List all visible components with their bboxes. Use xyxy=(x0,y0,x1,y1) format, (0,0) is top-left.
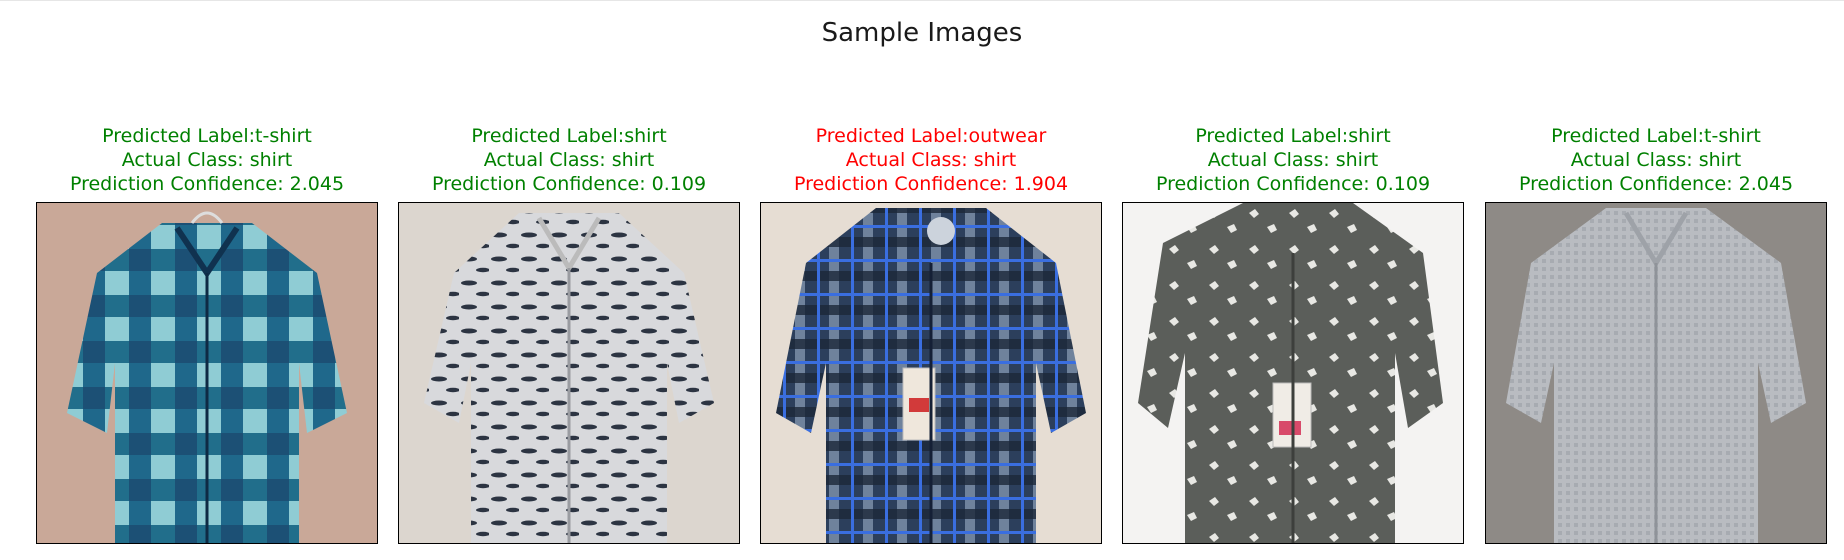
caption-1: Predicted Label:t-shirt Actual Class: sh… xyxy=(36,124,378,196)
confidence-1: Prediction Confidence: 2.045 xyxy=(69,173,345,195)
caption-2: Predicted Label:shirt Actual Class: shir… xyxy=(398,124,740,196)
caption-4: Predicted Label:shirt Actual Class: shir… xyxy=(1122,124,1464,196)
sample-image-3 xyxy=(760,202,1102,544)
actual-class-4: Actual Class: shirt xyxy=(1207,149,1379,171)
sample-image-4 xyxy=(1122,202,1464,544)
predicted-label-4: Predicted Label:shirt xyxy=(1195,125,1391,147)
actual-class-5: Actual Class: shirt xyxy=(1570,149,1742,171)
actual-class-2: Actual Class: shirt xyxy=(483,149,655,171)
sample-panel-2: Predicted Label:shirt Actual Class: shir… xyxy=(398,124,740,544)
sample-image-2 xyxy=(398,202,740,544)
confidence-3: Prediction Confidence: 1.904 xyxy=(793,173,1069,195)
predicted-label-2: Predicted Label:shirt xyxy=(471,125,667,147)
shirt-photo-4 xyxy=(1123,203,1463,543)
caption-3: Predicted Label:outwear Actual Class: sh… xyxy=(760,124,1102,196)
confidence-5: Prediction Confidence: 2.045 xyxy=(1518,173,1794,195)
shirt-photo-5 xyxy=(1486,203,1826,543)
predicted-label-3: Predicted Label:outwear xyxy=(815,125,1047,147)
top-border-line xyxy=(0,0,1844,1)
predicted-label-1: Predicted Label:t-shirt xyxy=(102,125,312,147)
sample-panel-4: Predicted Label:shirt Actual Class: shir… xyxy=(1122,124,1464,544)
confidence-2: Prediction Confidence: 0.109 xyxy=(431,173,707,195)
caption-5: Predicted Label:t-shirt Actual Class: sh… xyxy=(1485,124,1827,196)
actual-class-3: Actual Class: shirt xyxy=(845,149,1017,171)
shirt-photo-3 xyxy=(761,203,1101,543)
sample-panel-5: Predicted Label:t-shirt Actual Class: sh… xyxy=(1485,124,1827,544)
shirt-photo-2 xyxy=(399,203,739,543)
sample-panel-3: Predicted Label:outwear Actual Class: sh… xyxy=(760,124,1102,544)
confidence-4: Prediction Confidence: 0.109 xyxy=(1155,173,1431,195)
shirt-photo-1 xyxy=(37,203,377,543)
actual-class-1: Actual Class: shirt xyxy=(121,149,293,171)
sample-image-5 xyxy=(1485,202,1827,544)
figure-title: Sample Images xyxy=(821,18,1023,48)
sample-panel-1: Predicted Label:t-shirt Actual Class: sh… xyxy=(36,124,378,544)
sample-image-1 xyxy=(36,202,378,544)
predicted-label-5: Predicted Label:t-shirt xyxy=(1551,125,1761,147)
